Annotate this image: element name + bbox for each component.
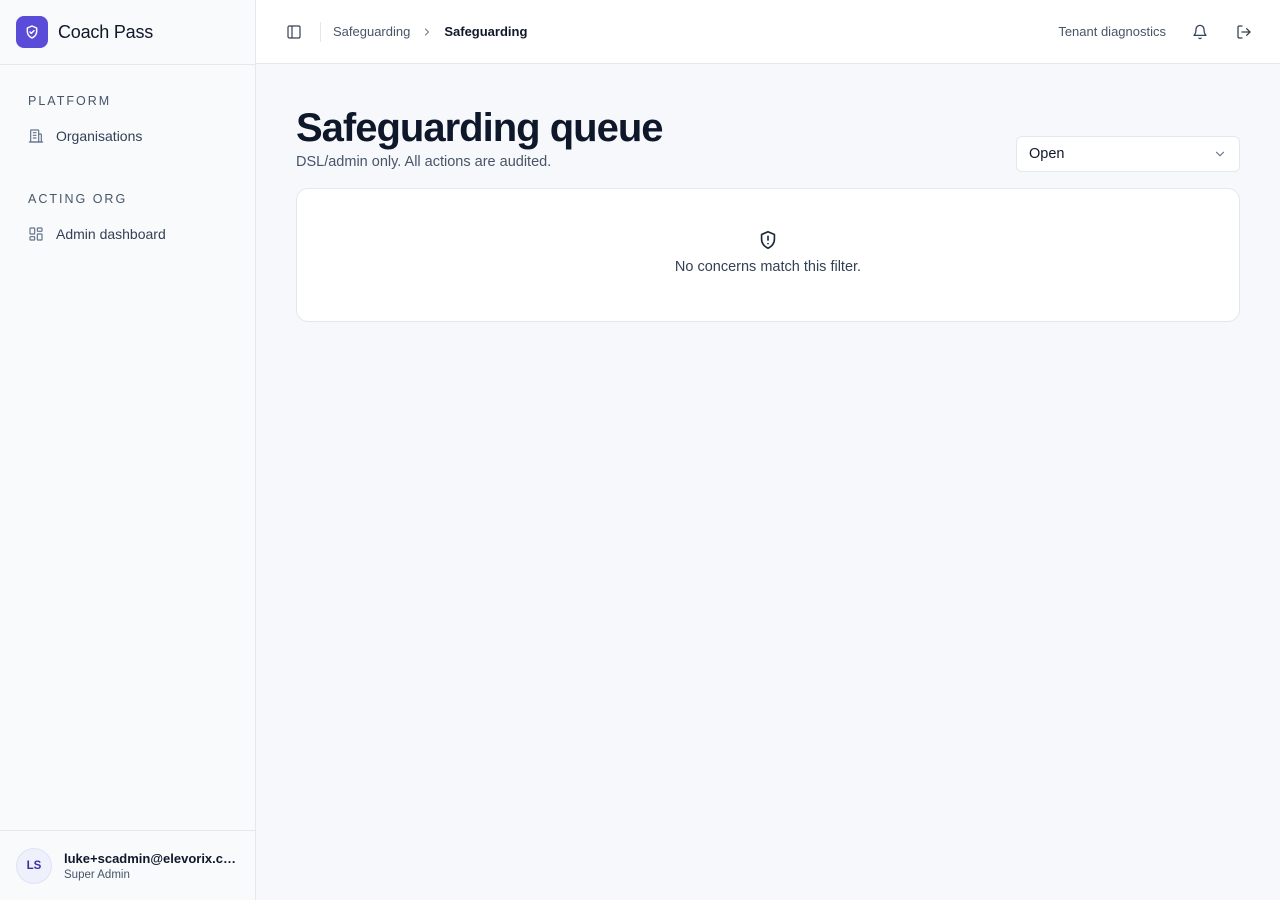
divider	[320, 21, 321, 42]
sidebar-item-label: Organisations	[56, 128, 143, 144]
nav-section-platform: Platform Organisations	[0, 94, 255, 152]
sidebar-toggle-button[interactable]	[282, 20, 306, 44]
dashboard-icon	[29, 227, 43, 241]
notifications-button[interactable]	[1188, 20, 1212, 44]
topbar-actions: Tenant diagnostics	[1058, 20, 1256, 44]
breadcrumb-link[interactable]: Safeguarding	[333, 24, 410, 39]
bell-icon	[1193, 24, 1207, 39]
status-filter-select[interactable]: Open	[1016, 136, 1240, 172]
user-role: Super Admin	[64, 868, 130, 881]
tenant-diagnostics-link[interactable]: Tenant diagnostics	[1058, 24, 1166, 39]
breadcrumb: Safeguarding Safeguarding	[333, 24, 527, 39]
chevron-right-icon	[421, 26, 433, 38]
brand-name: Coach Pass	[58, 21, 154, 42]
brand[interactable]: Coach Pass	[0, 0, 255, 65]
avatar: LS	[16, 847, 52, 884]
sidebar-item-admin-dashboard[interactable]: Admin dashboard	[16, 218, 239, 250]
chevron-down-icon	[1213, 147, 1227, 161]
sidebar: Coach Pass Platform Organisations Acting…	[0, 0, 256, 900]
status-filter-value: Open	[1029, 146, 1065, 162]
nav-heading-acting-org: Acting org	[28, 192, 128, 206]
shield-alert-icon	[760, 230, 776, 250]
sidebar-item-organisations[interactable]: Organisations	[16, 120, 239, 152]
user-email: luke+scadmin@elevorix.co.uk	[64, 850, 240, 866]
empty-state-card: No concerns match this filter.	[296, 188, 1240, 322]
sidebar-item-label: Admin dashboard	[56, 226, 166, 242]
user-info: luke+scadmin@elevorix.co.uk Super Admin	[64, 851, 240, 881]
breadcrumb-current: Safeguarding	[444, 24, 528, 39]
empty-state-message: No concerns match this filter.	[674, 259, 862, 275]
logout-icon	[1237, 24, 1251, 39]
building-icon	[28, 129, 44, 143]
nav-heading-platform: Platform	[28, 94, 112, 108]
main-content: Safeguarding queue DSL/admin only. All a…	[296, 104, 1240, 322]
shield-logo-icon	[16, 16, 48, 48]
user-menu[interactable]: LS luke+scadmin@elevorix.co.uk Super Adm…	[0, 830, 255, 900]
nav-section-acting-org: Acting org Admin dashboard	[0, 192, 255, 250]
sidebar-toggle-icon	[287, 24, 301, 39]
logout-button[interactable]	[1232, 20, 1256, 44]
topbar: Safeguarding Safeguarding Tenant diagnos…	[256, 0, 1280, 64]
